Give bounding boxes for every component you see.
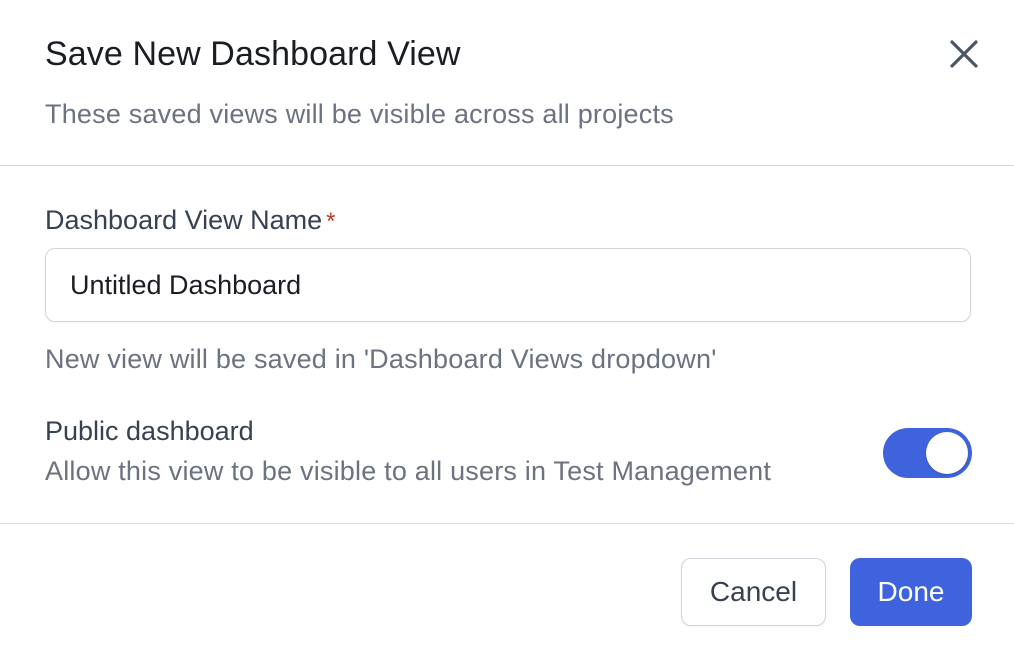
dashboard-view-name-input[interactable] bbox=[45, 248, 971, 322]
required-indicator: * bbox=[326, 208, 336, 235]
toggle-knob bbox=[926, 432, 968, 474]
save-dashboard-view-dialog: Save New Dashboard View These saved view… bbox=[0, 0, 1014, 652]
dialog-footer: Cancel Done bbox=[0, 524, 1014, 652]
close-icon bbox=[950, 40, 978, 68]
dialog-body: Dashboard View Name * New view will be s… bbox=[0, 166, 1014, 524]
public-dashboard-toggle[interactable] bbox=[883, 428, 972, 478]
public-dashboard-title: Public dashboard bbox=[45, 416, 254, 446]
dialog-header: Save New Dashboard View These saved view… bbox=[0, 0, 1014, 166]
dialog-title: Save New Dashboard View bbox=[45, 35, 461, 73]
close-button[interactable] bbox=[944, 34, 984, 74]
dialog-subtitle: These saved views will be visible across… bbox=[45, 99, 674, 129]
name-field-label-text: Dashboard View Name bbox=[45, 205, 323, 235]
public-dashboard-description: Allow this view to be visible to all use… bbox=[45, 456, 772, 486]
name-field-helper-text: New view will be saved in 'Dashboard Vie… bbox=[45, 344, 717, 374]
name-field-label: Dashboard View Name * bbox=[45, 203, 336, 239]
done-button[interactable]: Done bbox=[850, 558, 972, 626]
cancel-button[interactable]: Cancel bbox=[681, 558, 826, 626]
